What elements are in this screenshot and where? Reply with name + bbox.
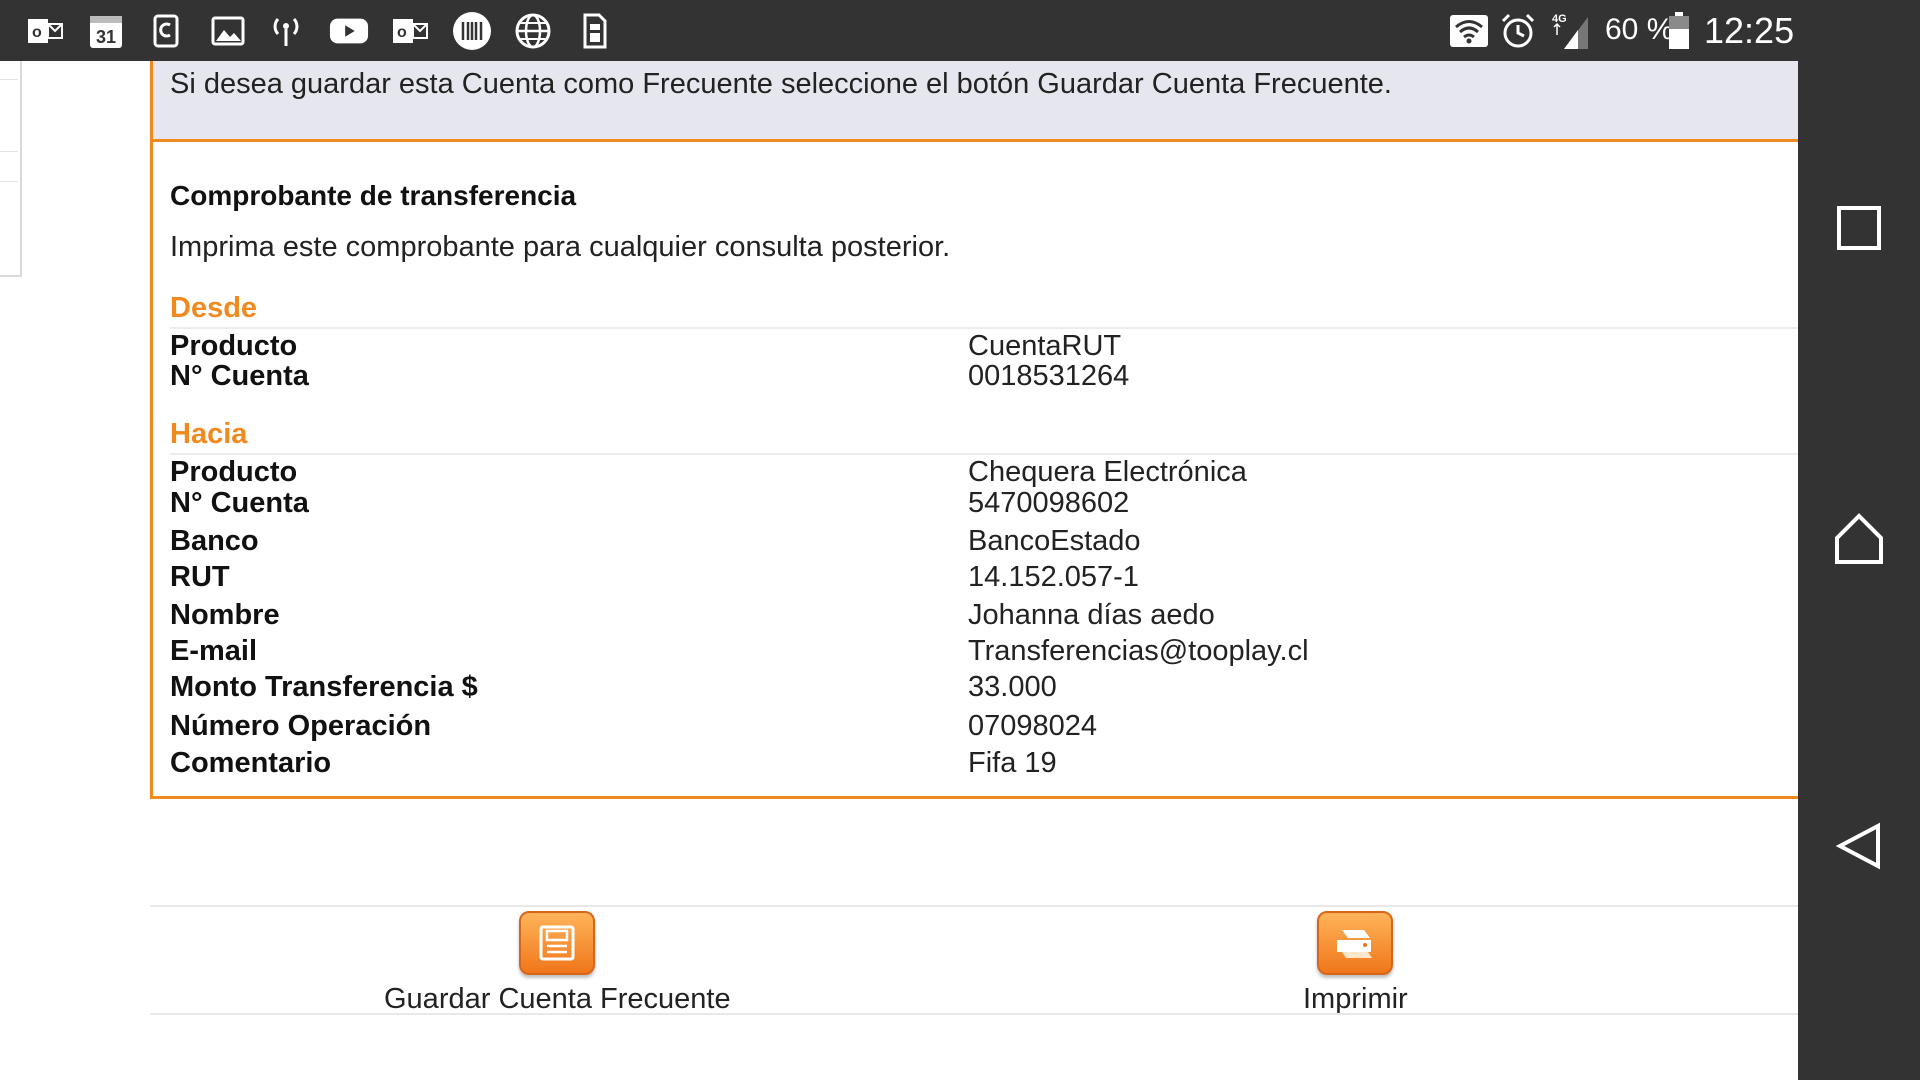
recent-apps-button[interactable] bbox=[1824, 193, 1894, 263]
save-icon[interactable] bbox=[519, 911, 596, 975]
to-product-value: Chequera Electrónica bbox=[968, 456, 1247, 488]
network-type: 4G bbox=[1552, 13, 1567, 25]
status-bar: o 31 o 4G 60 % 12:25 bbox=[0, 0, 1920, 61]
barcode-icon bbox=[452, 12, 492, 50]
outlook-icon: o bbox=[26, 12, 66, 50]
to-email-value: Transferencias@tooplay.cl bbox=[968, 635, 1309, 667]
home-button[interactable] bbox=[1824, 504, 1894, 574]
to-bank-label: Banco bbox=[170, 525, 259, 557]
battery-level: 60 % bbox=[1605, 13, 1674, 46]
section-from-heading: Desde bbox=[170, 292, 258, 324]
outlook-icon: o bbox=[391, 12, 431, 50]
to-name-value: Johanna días aedo bbox=[968, 599, 1215, 631]
operation-number-value: 07098024 bbox=[968, 710, 1098, 742]
to-account-label: N° Cuenta bbox=[170, 487, 309, 519]
amount-value: 33.000 bbox=[968, 671, 1057, 703]
calendar-day: 31 bbox=[96, 27, 116, 47]
signal-icon: 4G bbox=[1548, 12, 1594, 50]
battery-icon bbox=[1665, 12, 1693, 50]
to-product-label: Producto bbox=[170, 456, 298, 488]
comment-value: Fifa 19 bbox=[968, 747, 1057, 779]
print-label[interactable]: Imprimir bbox=[1303, 983, 1408, 1016]
save-frequent-account-label[interactable]: Guardar Cuenta Frecuente bbox=[384, 983, 731, 1016]
sim-icon bbox=[575, 12, 615, 50]
web-content: Si desea guardar esta Cuenta como Frecue… bbox=[0, 61, 1798, 1080]
to-account-value: 5470098602 bbox=[968, 487, 1130, 519]
from-account-value: 0018531264 bbox=[968, 360, 1130, 392]
back-button[interactable] bbox=[1824, 811, 1894, 881]
to-name-label: Nombre bbox=[170, 599, 280, 631]
print-button[interactable]: Imprimir bbox=[1303, 911, 1408, 1016]
svg-text:o: o bbox=[397, 24, 407, 41]
section-to-heading: Hacia bbox=[170, 418, 248, 450]
divider bbox=[170, 453, 1798, 455]
gallery-icon bbox=[208, 12, 248, 50]
operation-number-label: Número Operación bbox=[170, 710, 432, 742]
to-rut-label: RUT bbox=[170, 561, 230, 593]
wifi-icon bbox=[1449, 12, 1489, 50]
clock: 12:25 bbox=[1704, 10, 1795, 51]
back-icon bbox=[1835, 822, 1880, 870]
calendar-icon: 31 bbox=[86, 12, 126, 50]
hotspot-icon bbox=[266, 12, 306, 50]
svg-text:o: o bbox=[32, 24, 42, 41]
to-bank-value: BancoEstado bbox=[968, 525, 1141, 557]
transfer-receipt: Comprobante de transferencia Imprima est… bbox=[150, 139, 1798, 799]
from-account-label: N° Cuenta bbox=[170, 360, 309, 392]
amount-label: Monto Transferencia $ bbox=[170, 671, 478, 703]
save-frequent-account-button[interactable]: Guardar Cuenta Frecuente bbox=[384, 911, 731, 1016]
globe-icon bbox=[513, 12, 553, 50]
notice-text: Si desea guardar esta Cuenta como Frecue… bbox=[170, 68, 1392, 100]
from-product-label: Producto bbox=[170, 330, 298, 362]
to-email-label: E-mail bbox=[170, 635, 258, 667]
receipt-subtitle: Imprima este comprobante para cualquier … bbox=[170, 231, 951, 263]
home-icon bbox=[1835, 513, 1883, 564]
navigation-bar bbox=[1798, 61, 1920, 1080]
comment-label: Comentario bbox=[170, 747, 332, 779]
divider bbox=[170, 327, 1798, 329]
divider bbox=[150, 1013, 1798, 1015]
print-icon[interactable] bbox=[1317, 911, 1394, 975]
save-frequent-notice: Si desea guardar esta Cuenta como Frecue… bbox=[150, 61, 1798, 143]
divider bbox=[150, 905, 1798, 907]
receipt-title: Comprobante de transferencia bbox=[170, 180, 577, 211]
youtube-icon bbox=[329, 12, 369, 50]
clip-icon bbox=[146, 12, 186, 50]
side-tab[interactable] bbox=[0, 61, 22, 277]
alarm-icon bbox=[1498, 12, 1538, 50]
square-icon bbox=[1837, 206, 1881, 250]
to-rut-value: 14.152.057-1 bbox=[968, 561, 1139, 593]
from-product-value: CuentaRUT bbox=[968, 330, 1122, 362]
